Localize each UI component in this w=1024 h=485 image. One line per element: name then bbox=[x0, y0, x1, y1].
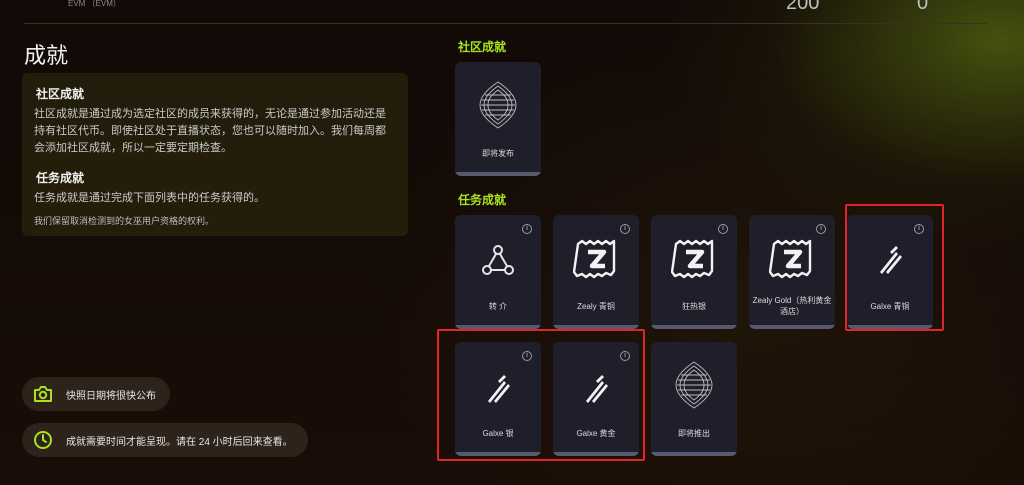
community-info-text: 社区成就是通过成为选定社区的成员来获得的，无论是通过参加活动还是持有社区代币。即… bbox=[34, 108, 386, 154]
delay-notice: 成就需要时间才能呈现。请在 24 小时后回来查看。 bbox=[22, 423, 308, 457]
highlight-box-galxe-silver-gold bbox=[437, 329, 645, 461]
community-section-title: 社区成就 bbox=[458, 40, 507, 54]
task-section-title: 任务成就 bbox=[458, 193, 507, 207]
clock-icon bbox=[32, 429, 54, 451]
info-icon[interactable]: i bbox=[816, 224, 826, 234]
card-label: 即将发布 bbox=[482, 149, 514, 158]
task-card-referral[interactable]: i 转 介 bbox=[455, 215, 541, 329]
info-icon[interactable]: i bbox=[718, 224, 728, 234]
page-title: 成就 bbox=[24, 43, 69, 68]
info-icon[interactable]: i bbox=[620, 224, 630, 234]
evm-label: EVM （EVM） bbox=[68, 0, 121, 8]
info-icon[interactable]: i bbox=[522, 224, 532, 234]
snapshot-notice: 快照日期将很快公布 bbox=[22, 377, 170, 411]
orb-icon bbox=[473, 80, 523, 130]
disclaimer-text: 我们保留取消检测到的女巫用户资格的权利。 bbox=[34, 216, 215, 226]
stat-value-1: 200 bbox=[786, 0, 820, 14]
task-card-zealy-gold[interactable]: i Zealy Gold（热利黄金酒店） bbox=[749, 215, 835, 329]
task-card-zealy-silver[interactable]: i 狂热银 bbox=[651, 215, 737, 329]
task-info-title: 任务成就 bbox=[36, 171, 85, 185]
card-label: 转 介 bbox=[488, 302, 508, 311]
card-progress-bar bbox=[651, 325, 737, 329]
task-card-zealy-bronze[interactable]: i Zealy 青铜 bbox=[553, 215, 639, 329]
card-label: Zealy 青铜 bbox=[577, 302, 615, 311]
achievements-info-box: 社区成就 社区成就是通过成为选定社区的成员来获得的，无论是通过参加活动还是持有社… bbox=[22, 73, 408, 236]
zealy-icon bbox=[767, 235, 817, 285]
card-label: 狂热银 bbox=[682, 302, 706, 311]
zealy-icon bbox=[571, 235, 621, 285]
card-label: 即将推出 bbox=[678, 429, 710, 438]
task-card-coming-soon[interactable]: 即将推出 bbox=[651, 342, 737, 456]
card-progress-bar bbox=[749, 325, 835, 329]
top-stats: EVM （EVM） 200 0 bbox=[0, 0, 1024, 24]
delay-notice-text: 成就需要时间才能呈现。请在 24 小时后回来查看。 bbox=[66, 436, 293, 448]
task-info-text: 任务成就是通过完成下面列表中的任务获得的。 bbox=[34, 192, 265, 204]
community-info-title: 社区成就 bbox=[36, 87, 85, 101]
highlight-box-galxe-bronze bbox=[845, 204, 944, 331]
camera-icon bbox=[32, 383, 54, 405]
referral-icon bbox=[473, 235, 523, 285]
card-progress-bar bbox=[455, 172, 541, 176]
zealy-icon bbox=[669, 235, 719, 285]
orb-icon bbox=[669, 360, 719, 410]
snapshot-notice-text: 快照日期将很快公布 bbox=[66, 390, 156, 402]
community-card-coming-soon[interactable]: 即将发布 bbox=[455, 62, 541, 176]
card-progress-bar bbox=[651, 452, 737, 456]
card-label: Zealy Gold（热利黄金酒店） bbox=[752, 296, 832, 316]
divider bbox=[24, 23, 988, 24]
stat-value-2: 0 bbox=[917, 0, 929, 14]
